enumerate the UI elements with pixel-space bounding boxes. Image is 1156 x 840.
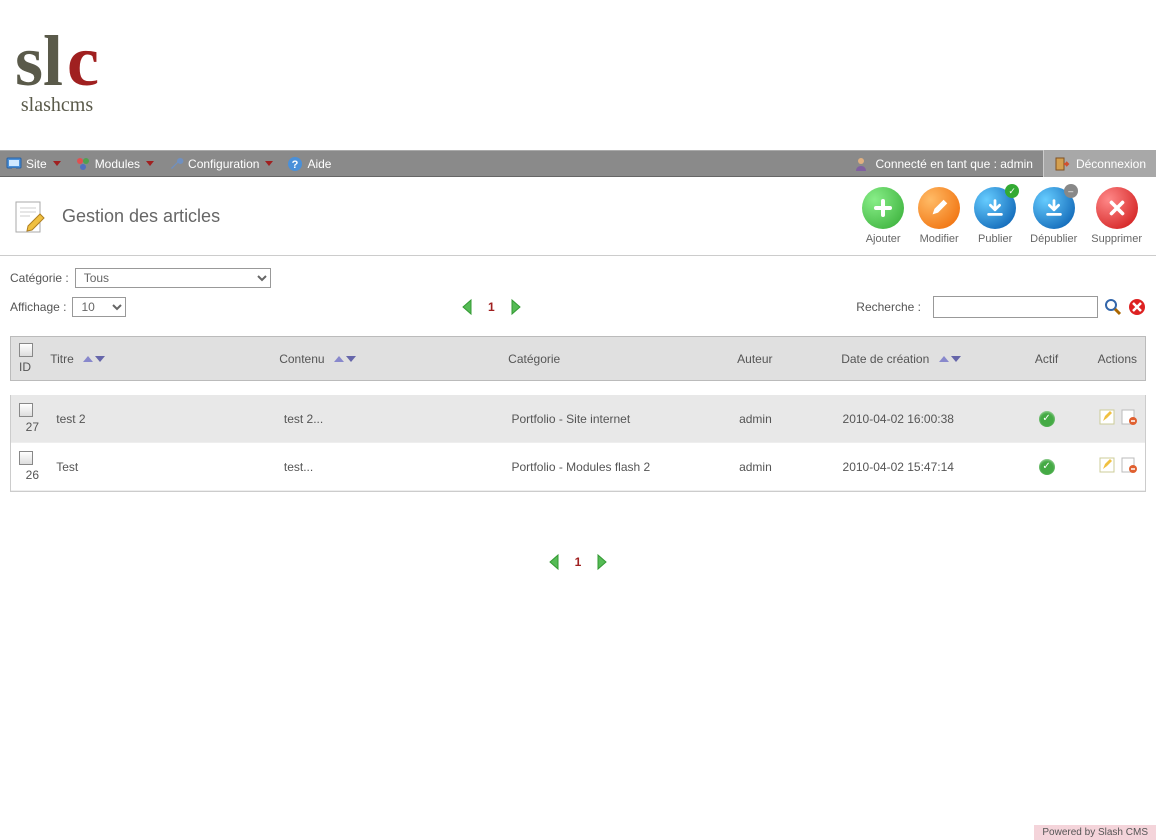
header-logo: slc slashcms [0,0,1156,150]
menu-aide-label: Aide [307,157,331,171]
delete-button[interactable]: Supprimer [1091,187,1142,245]
menu-site[interactable]: Site [6,156,61,172]
sort-asc-icon[interactable] [334,356,344,362]
download-icon: – [1033,187,1075,229]
page-title: Gestion des articles [62,206,220,227]
x-icon [1096,187,1138,229]
logo: slc slashcms [15,33,99,118]
publish-label: Publier [978,233,1012,245]
menu-aide[interactable]: ? Aide [287,156,331,172]
search-label: Recherche : [856,300,921,314]
check-badge-icon: ✓ [1005,184,1019,198]
user-username: admin [1000,157,1033,171]
row-delete-button[interactable] [1121,409,1137,425]
sort-desc-icon[interactable] [951,356,961,362]
active-icon: ✓ [1039,459,1055,475]
delete-label: Supprimer [1091,233,1142,245]
prev-page-button[interactable] [545,552,565,572]
user-status: Connecté en tant que : admin [853,156,1032,172]
category-select[interactable]: Tous [75,268,271,288]
menu-configuration-label: Configuration [188,157,259,171]
header-actions: Actions [1098,352,1137,366]
user-icon [853,156,869,172]
logout-button[interactable]: Déconnexion [1043,150,1156,177]
row-checkbox[interactable] [19,451,33,465]
download-icon: ✓ [974,187,1016,229]
footer-text: Powered by Slash CMS [1042,827,1148,838]
footer: Powered by Slash CMS [1034,825,1156,840]
unpublish-label: Dépublier [1030,233,1077,245]
search-button[interactable] [1104,298,1122,316]
select-all-checkbox[interactable] [19,343,33,357]
row-edit-button[interactable] [1099,409,1115,425]
publish-button[interactable]: ✓ Publier [974,187,1016,245]
edit-label: Modifier [920,233,959,245]
edit-button[interactable]: Modifier [918,187,960,245]
svg-text:?: ? [292,159,299,171]
header-categorie[interactable]: Catégorie [508,352,560,366]
header-contenu[interactable]: Contenu [279,352,324,366]
menu-site-label: Site [26,157,47,171]
search-input[interactable] [933,296,1098,318]
display-label: Affichage : [10,300,66,314]
page-number: 1 [575,555,582,569]
table-row[interactable]: 27test 2test 2...Portfolio - Site intern… [11,395,1145,443]
page-number: 1 [488,300,495,314]
header-titre[interactable]: Titre [50,352,74,366]
chevron-down-icon [53,161,61,166]
pencil-icon [918,187,960,229]
next-page-button[interactable] [591,552,611,572]
minus-badge-icon: – [1064,184,1078,198]
header-auteur[interactable]: Auteur [737,352,772,366]
edit-document-icon [10,196,50,236]
plus-icon [862,187,904,229]
menu-modules[interactable]: Modules [75,156,154,172]
menu-configuration[interactable]: Configuration [168,156,273,172]
menu-modules-label: Modules [95,157,140,171]
add-label: Ajouter [866,233,901,245]
logout-label: Déconnexion [1076,157,1146,171]
sort-asc-icon[interactable] [83,356,93,362]
sort-asc-icon[interactable] [939,356,949,362]
active-icon: ✓ [1039,411,1055,427]
chevron-down-icon [146,161,154,166]
logout-icon [1054,156,1070,172]
prev-page-button[interactable] [458,297,478,317]
logo-subtitle: slashcms [21,94,93,117]
chevron-down-icon [265,161,273,166]
sort-desc-icon[interactable] [95,356,105,362]
header-id: ID [19,360,31,374]
monitor-icon [6,156,22,172]
modules-icon [75,156,91,172]
unpublish-button[interactable]: – Dépublier [1030,187,1077,245]
row-delete-button[interactable] [1121,457,1137,473]
wrench-icon [168,156,184,172]
table-row[interactable]: 26Testtest...Portfolio - Modules flash 2… [11,443,1145,491]
row-checkbox[interactable] [19,403,33,417]
clear-search-button[interactable] [1128,298,1146,316]
help-icon: ? [287,156,303,172]
menubar: Site Modules Configuration ? Aide [0,150,1156,177]
display-select[interactable]: 10 [72,297,126,317]
sort-desc-icon[interactable] [346,356,356,362]
header-actif: Actif [1035,352,1058,366]
category-label: Catégorie : [10,271,69,285]
page-title-bar: Gestion des articles Ajouter Modifier ✓ … [0,177,1156,256]
header-date[interactable]: Date de création [841,352,929,366]
user-status-prefix: Connecté en tant que : [875,157,1000,171]
articles-table: ID Titre Contenu Catégorie Auteur Date d… [10,336,1146,381]
row-edit-button[interactable] [1099,457,1115,473]
add-button[interactable]: Ajouter [862,187,904,245]
next-page-button[interactable] [505,297,525,317]
